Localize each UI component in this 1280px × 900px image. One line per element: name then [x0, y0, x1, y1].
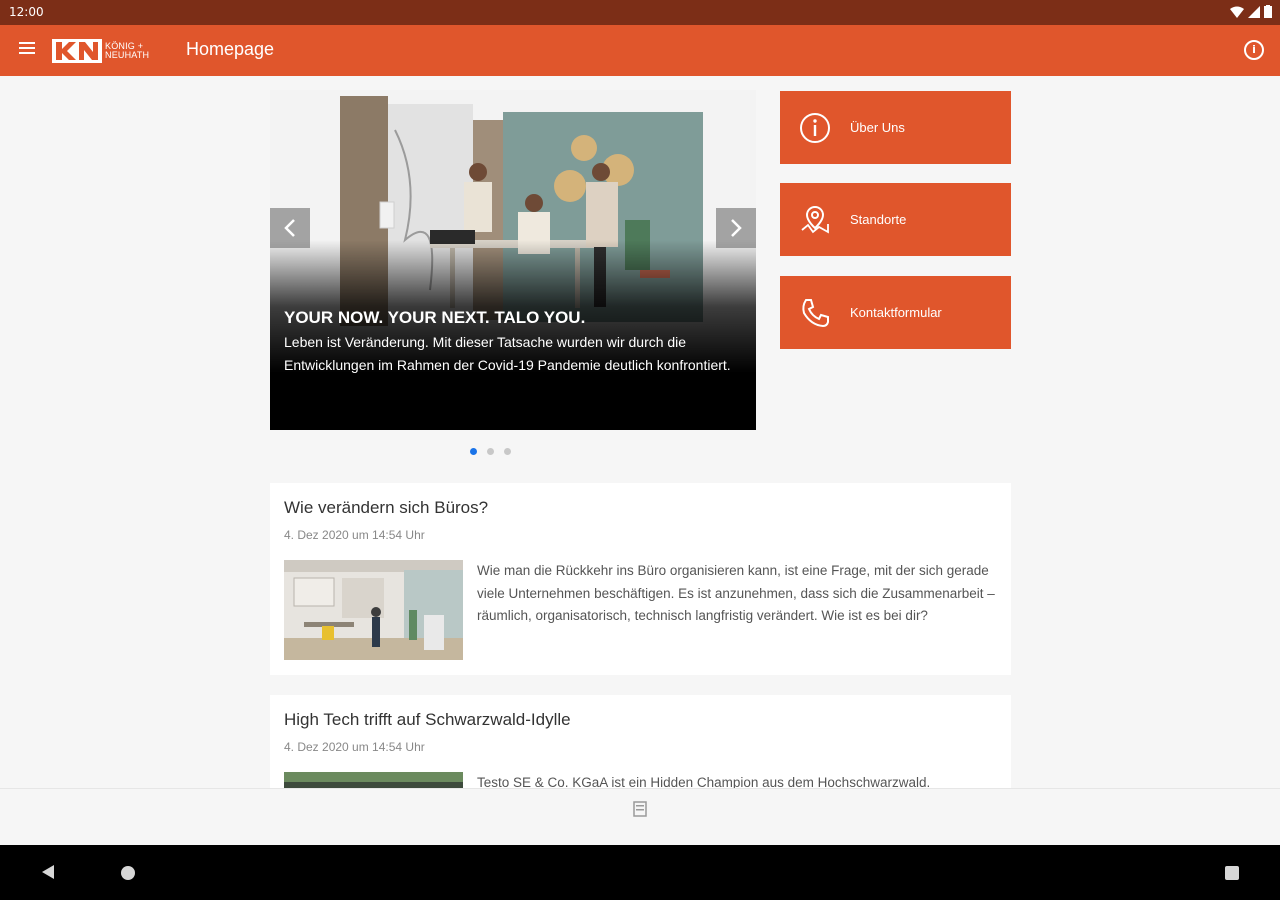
logo-text: KÖNIG + NEUHATH	[105, 42, 149, 60]
slider-dot[interactable]	[504, 448, 511, 455]
article-title[interactable]: Wie verändern sich Büros?	[284, 498, 488, 518]
info-icon[interactable]: i	[1244, 40, 1264, 60]
bottom-bar	[0, 788, 1280, 845]
slide-title: YOUR NOW. YOUR NEXT. TALO YOU.	[284, 308, 586, 327]
app-bar: KÖNIG + NEUHATH Homepage i	[0, 25, 1280, 76]
chevron-right-icon	[731, 219, 742, 237]
back-icon[interactable]	[40, 864, 56, 880]
system-nav-bar	[0, 845, 1280, 900]
article-image[interactable]	[284, 560, 463, 660]
page-title: Homepage	[186, 39, 275, 59]
menu-icon[interactable]	[16, 39, 38, 61]
home-icon[interactable]	[121, 866, 135, 880]
document-icon[interactable]	[633, 801, 647, 817]
about-us-button[interactable]: Über Uns	[780, 91, 1011, 164]
recent-apps-icon[interactable]	[1225, 866, 1239, 880]
slider-prev-button[interactable]	[270, 208, 310, 248]
status-time: 12:00	[9, 5, 44, 19]
hero-slider[interactable]: YOUR NOW. YOUR NEXT. TALO YOU. Leben ist…	[270, 90, 756, 430]
status-bar: 12:00	[0, 0, 1280, 25]
article-card[interactable]: Wie verändern sich Büros? 4. Dez 2020 um…	[270, 483, 1011, 675]
contact-form-button[interactable]: Kontaktformular	[780, 276, 1011, 349]
status-icons	[1230, 5, 1272, 18]
logo-mark-icon	[52, 39, 102, 63]
wifi-icon	[1230, 6, 1244, 18]
slider-pagination	[470, 448, 511, 455]
map-pin-icon	[798, 203, 832, 237]
article-title[interactable]: High Tech trifft auf Schwarzwald-Idylle	[284, 710, 571, 730]
slider-dot[interactable]	[470, 448, 477, 455]
article-date: 4. Dez 2020 um 14:54 Uhr	[284, 740, 425, 754]
slide-text: Leben ist Veränderung. Mit dieser Tatsac…	[284, 334, 731, 373]
battery-icon	[1264, 5, 1272, 18]
locations-button[interactable]: Standorte	[780, 183, 1011, 256]
signal-icon	[1248, 5, 1260, 18]
locations-label: Standorte	[850, 212, 907, 227]
app-logo: KÖNIG + NEUHATH	[52, 38, 149, 64]
info-icon	[798, 111, 832, 145]
chevron-left-icon	[284, 219, 295, 237]
article-date: 4. Dez 2020 um 14:54 Uhr	[284, 528, 425, 542]
slider-next-button[interactable]	[716, 208, 756, 248]
article-excerpt: Wie man die Rückkehr ins Büro organisier…	[477, 563, 995, 623]
logo-text-line2: NEUHATH	[105, 50, 150, 60]
phone-icon	[798, 296, 832, 330]
contact-form-label: Kontaktformular	[850, 305, 942, 320]
slider-dot[interactable]	[487, 448, 494, 455]
about-us-label: Über Uns	[850, 120, 905, 135]
